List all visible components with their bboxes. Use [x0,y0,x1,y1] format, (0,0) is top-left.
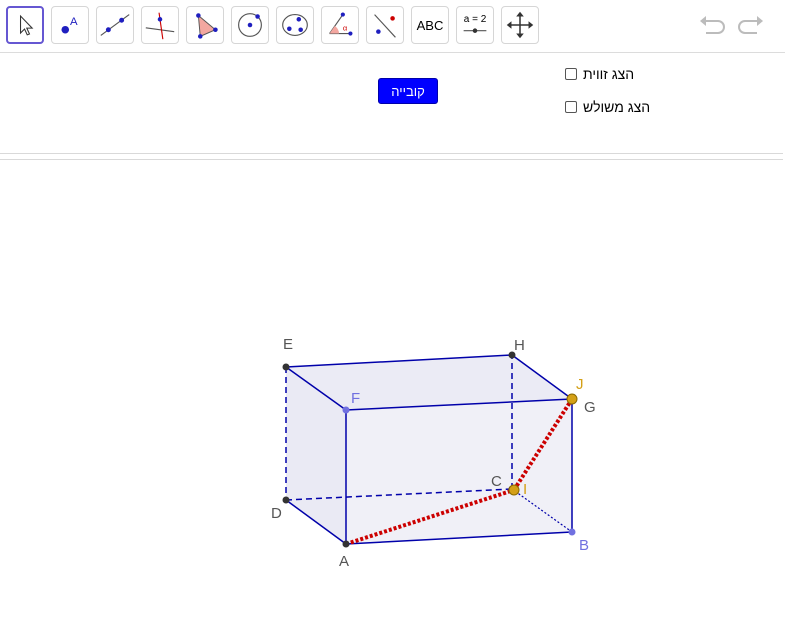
angle-tool-button[interactable]: α [321,6,359,44]
point-A[interactable] [342,540,350,548]
svg-text:A: A [70,16,78,28]
slider-tool-button[interactable]: a = 2 [456,6,494,44]
show-triangle-checkbox-box[interactable] [565,101,577,113]
move-graphics-view-tool-button[interactable] [501,6,539,44]
label-C: C [491,473,502,490]
slider-icon [463,28,487,33]
angle-icon: α [329,12,353,36]
perpendicular-line-icon [145,12,175,40]
label-B: B [579,537,589,554]
redo-icon [738,16,763,34]
circle-center-icon [238,13,262,37]
move-arrows-icon [506,11,534,39]
reflect-tool-button[interactable] [366,6,404,44]
circle-tool-button[interactable] [231,6,269,44]
label-A: A [339,553,349,570]
text-tool-button[interactable]: ABC [411,6,449,44]
label-H: H [514,337,525,354]
text-tool-label: ABC [416,17,444,33]
point-B[interactable] [568,528,576,536]
cube-button[interactable]: קובייה [378,78,438,104]
circle-three-points-icon [282,14,308,36]
point-F[interactable] [342,406,350,414]
show-angle-checkbox[interactable]: הצג זווית [565,65,634,83]
show-angle-checkbox-box[interactable] [565,68,577,80]
polygon-tool-button[interactable] [186,6,224,44]
panel-divider [0,153,783,154]
circle-three-points-tool-button[interactable] [276,6,314,44]
point-tool-button[interactable]: A [51,6,89,44]
point-E[interactable] [282,363,290,371]
toolbar: A α ABC a = 2 [0,0,785,53]
point-icon: A [61,16,78,34]
svg-text:α: α [343,24,348,33]
label-D: D [271,505,282,522]
move-tool-button[interactable] [6,6,44,44]
undo-icon [700,16,725,34]
perpendicular-line-tool-button[interactable] [141,6,179,44]
line-tool-button[interactable] [96,6,134,44]
cursor-arrow-icon [19,14,34,36]
graphics-view[interactable]: A B C D E F G H I J [0,160,785,620]
show-triangle-checkbox[interactable]: הצג משולש [565,98,650,116]
undo-button[interactable] [698,12,728,38]
point-D[interactable] [282,496,290,504]
point-I[interactable] [508,484,520,496]
label-I: I [523,481,527,498]
point-J[interactable] [566,393,578,405]
label-E: E [283,336,293,353]
show-angle-label: הצג זווית [583,66,635,82]
line-icon [100,14,130,36]
label-G: G [584,399,596,416]
reflect-line-icon [374,14,396,38]
slider-tool-label: a = 2 [463,14,487,25]
geometry-canvas[interactable]: A B C D E F G H I J [0,160,785,620]
redo-button[interactable] [735,12,765,38]
label-J: J [576,376,584,393]
show-triangle-label: הצג משולש [583,99,651,115]
front-face [346,399,572,544]
polygon-icon [196,13,218,39]
label-F: F [351,390,360,407]
